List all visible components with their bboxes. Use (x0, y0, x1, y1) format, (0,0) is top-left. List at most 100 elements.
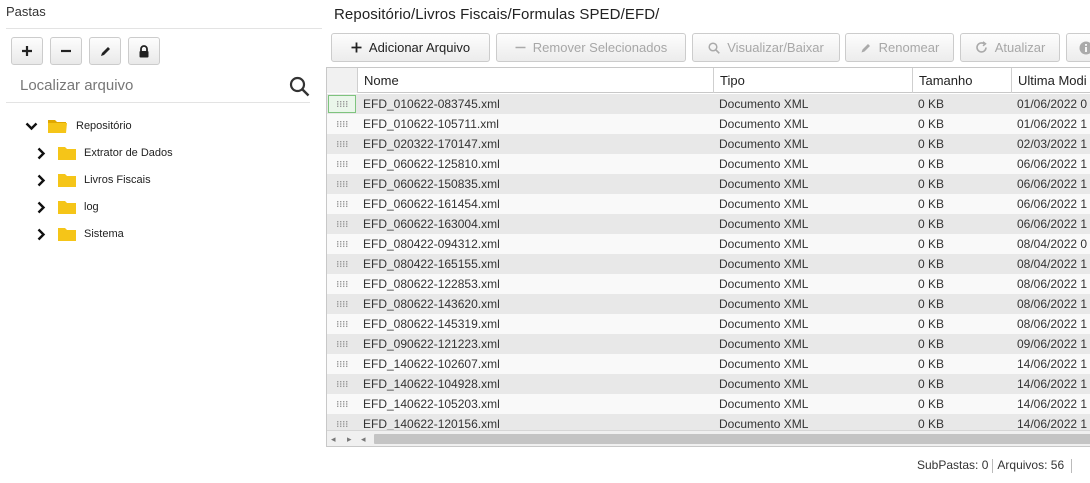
row-handle[interactable] (328, 335, 356, 353)
add-file-button[interactable]: Adicionar Arquivo (331, 33, 490, 62)
table-row[interactable]: EFD_080422-165155.xml Documento XML 0 KB 08… (327, 254, 1090, 274)
search-icon[interactable] (289, 76, 310, 97)
cell-ultima-modificacao: 08/06/2022 1 (1017, 297, 1088, 311)
column-header-tipo[interactable]: Tipo (713, 68, 913, 93)
table-row[interactable]: EFD_080622-145319.xml Documento XML 0 KB 08… (327, 314, 1090, 334)
refresh-icon (975, 41, 988, 54)
tree-item-log[interactable]: log (34, 195, 99, 219)
row-handle[interactable] (328, 255, 356, 273)
table-row[interactable]: EFD_060622-125810.xml Documento XML 0 KB 06… (327, 154, 1090, 174)
table-row[interactable]: EFD_060622-163004.xml Documento XML 0 KB 06… (327, 214, 1090, 234)
file-search (6, 72, 310, 103)
row-handle[interactable] (328, 315, 356, 333)
table-row[interactable]: EFD_010622-083745.xml Documento XML 0 KB 01… (327, 94, 1090, 114)
table-row[interactable]: EFD_060622-161454.xml Documento XML 0 KB 06… (327, 194, 1090, 214)
row-handle[interactable] (328, 115, 356, 133)
row-handle[interactable] (328, 375, 356, 393)
table-row[interactable]: EFD_080622-143620.xml Documento XML 0 KB 08… (327, 294, 1090, 314)
grip-icon (336, 161, 347, 167)
table-row[interactable]: EFD_140622-105203.xml Documento XML 0 KB 14… (327, 394, 1090, 414)
row-handle[interactable] (328, 95, 356, 113)
row-handle[interactable] (328, 275, 356, 293)
chevron-right-icon[interactable] (34, 227, 48, 241)
row-handle[interactable] (328, 215, 356, 233)
table-row[interactable]: EFD_140622-120156.xml Documento XML 0 KB 14… (327, 414, 1090, 431)
grip-icon (336, 381, 347, 387)
current-path: Repositório/Livros Fiscais/Formulas SPED… (334, 6, 660, 23)
add-file-label: Adicionar Arquivo (368, 40, 471, 55)
tree-item-label: Livros Fiscais (84, 174, 151, 186)
chevron-down-icon[interactable] (24, 119, 38, 133)
cell-tamanho: 0 KB (918, 277, 945, 291)
tree-item-livros-fiscais[interactable]: Livros Fiscais (34, 168, 151, 192)
table-row[interactable]: EFD_090622-121223.xml Documento XML 0 KB 09… (327, 334, 1090, 354)
row-handle[interactable] (328, 155, 356, 173)
lock-folder-button[interactable] (128, 37, 160, 65)
cell-nome: EFD_140622-102607.xml (363, 357, 500, 371)
row-handle[interactable] (328, 135, 356, 153)
cell-tamanho: 0 KB (918, 157, 945, 171)
divider (1071, 458, 1073, 473)
cell-tamanho: 0 KB (918, 337, 945, 351)
cell-nome: EFD_010622-105711.xml (363, 117, 499, 131)
subfolders-label: SubPastas: (917, 458, 979, 472)
cell-nome: EFD_080622-145319.xml (363, 317, 500, 331)
column-header-tamanho[interactable]: Tamanho (912, 68, 1012, 93)
cell-nome: EFD_140622-120156.xml (363, 417, 500, 431)
cell-ultima-modificacao: 14/06/2022 1 (1017, 377, 1088, 391)
scroll-left-icon[interactable]: ◂ (361, 434, 366, 445)
plus-icon (22, 46, 32, 56)
chevron-right-icon[interactable] (34, 200, 48, 214)
info-button[interactable] (1066, 33, 1090, 62)
files-count: 56 (1050, 458, 1065, 472)
row-handle[interactable] (328, 195, 356, 213)
scroll-left-icon[interactable]: ◂ (331, 434, 336, 445)
remove-folder-button[interactable] (50, 37, 82, 65)
tree-item-sistema[interactable]: Sistema (34, 222, 124, 246)
chevron-right-icon[interactable] (34, 173, 48, 187)
pencil-icon (100, 46, 110, 56)
search-input[interactable] (20, 77, 270, 94)
cell-tipo: Documento XML (719, 117, 809, 131)
column-header-ultima-modificacao[interactable]: Ultima Modi (1011, 68, 1090, 93)
table-row[interactable]: EFD_020322-170147.xml Documento XML 0 KB 02… (327, 134, 1090, 154)
table-row[interactable]: EFD_060622-150835.xml Documento XML 0 KB 06… (327, 174, 1090, 194)
cell-nome: EFD_020322-170147.xml (363, 137, 500, 151)
pencil-icon (860, 42, 872, 54)
grip-icon (336, 301, 347, 307)
cell-tipo: Documento XML (719, 317, 809, 331)
table-row[interactable]: EFD_140622-104928.xml Documento XML 0 KB 14… (327, 374, 1090, 394)
remove-selected-label: Remover Selecionados (532, 40, 668, 55)
folder-icon (58, 227, 76, 241)
table-body: EFD_010622-083745.xml Documento XML 0 KB 01… (327, 94, 1090, 431)
cell-tipo: Documento XML (719, 337, 809, 351)
row-handle[interactable] (328, 415, 356, 431)
rename-file-button[interactable]: Renomear (845, 33, 954, 62)
grip-icon (336, 181, 347, 187)
remove-selected-button[interactable]: Remover Selecionados (496, 33, 686, 62)
row-handle[interactable] (328, 355, 356, 373)
tree-item-extrator-de-dados[interactable]: Extrator de Dados (34, 141, 173, 165)
scrollbar-thumb[interactable] (374, 434, 1090, 444)
chevron-right-icon[interactable] (34, 146, 48, 160)
scroll-right-icon[interactable]: ▸ (347, 434, 352, 445)
cell-ultima-modificacao: 09/06/2022 1 (1017, 337, 1088, 351)
row-handle[interactable] (328, 395, 356, 413)
horizontal-scrollbar[interactable]: ◂ ▸ ◂ (327, 430, 1090, 446)
table-row[interactable]: EFD_010622-105711.xml Documento XML 0 KB 01… (327, 114, 1090, 134)
cell-nome: EFD_080422-094312.xml (363, 237, 500, 251)
table-row[interactable]: EFD_080422-094312.xml Documento XML 0 KB 08… (327, 234, 1090, 254)
row-handle[interactable] (328, 175, 356, 193)
table-row[interactable]: EFD_080622-122853.xml Documento XML 0 KB 08… (327, 274, 1090, 294)
cell-ultima-modificacao: 14/06/2022 1 (1017, 417, 1088, 431)
view-download-button[interactable]: Visualizar/Baixar (692, 33, 840, 62)
row-handle[interactable] (328, 235, 356, 253)
cell-ultima-modificacao: 01/06/2022 0 (1017, 97, 1088, 111)
tree-item-repositorio[interactable]: Repositório (24, 114, 132, 138)
add-folder-button[interactable] (11, 37, 43, 65)
refresh-button[interactable]: Atualizar (960, 33, 1060, 62)
column-header-nome[interactable]: Nome (357, 68, 713, 93)
table-row[interactable]: EFD_140622-102607.xml Documento XML 0 KB 14… (327, 354, 1090, 374)
row-handle[interactable] (328, 295, 356, 313)
rename-folder-button[interactable] (89, 37, 121, 65)
